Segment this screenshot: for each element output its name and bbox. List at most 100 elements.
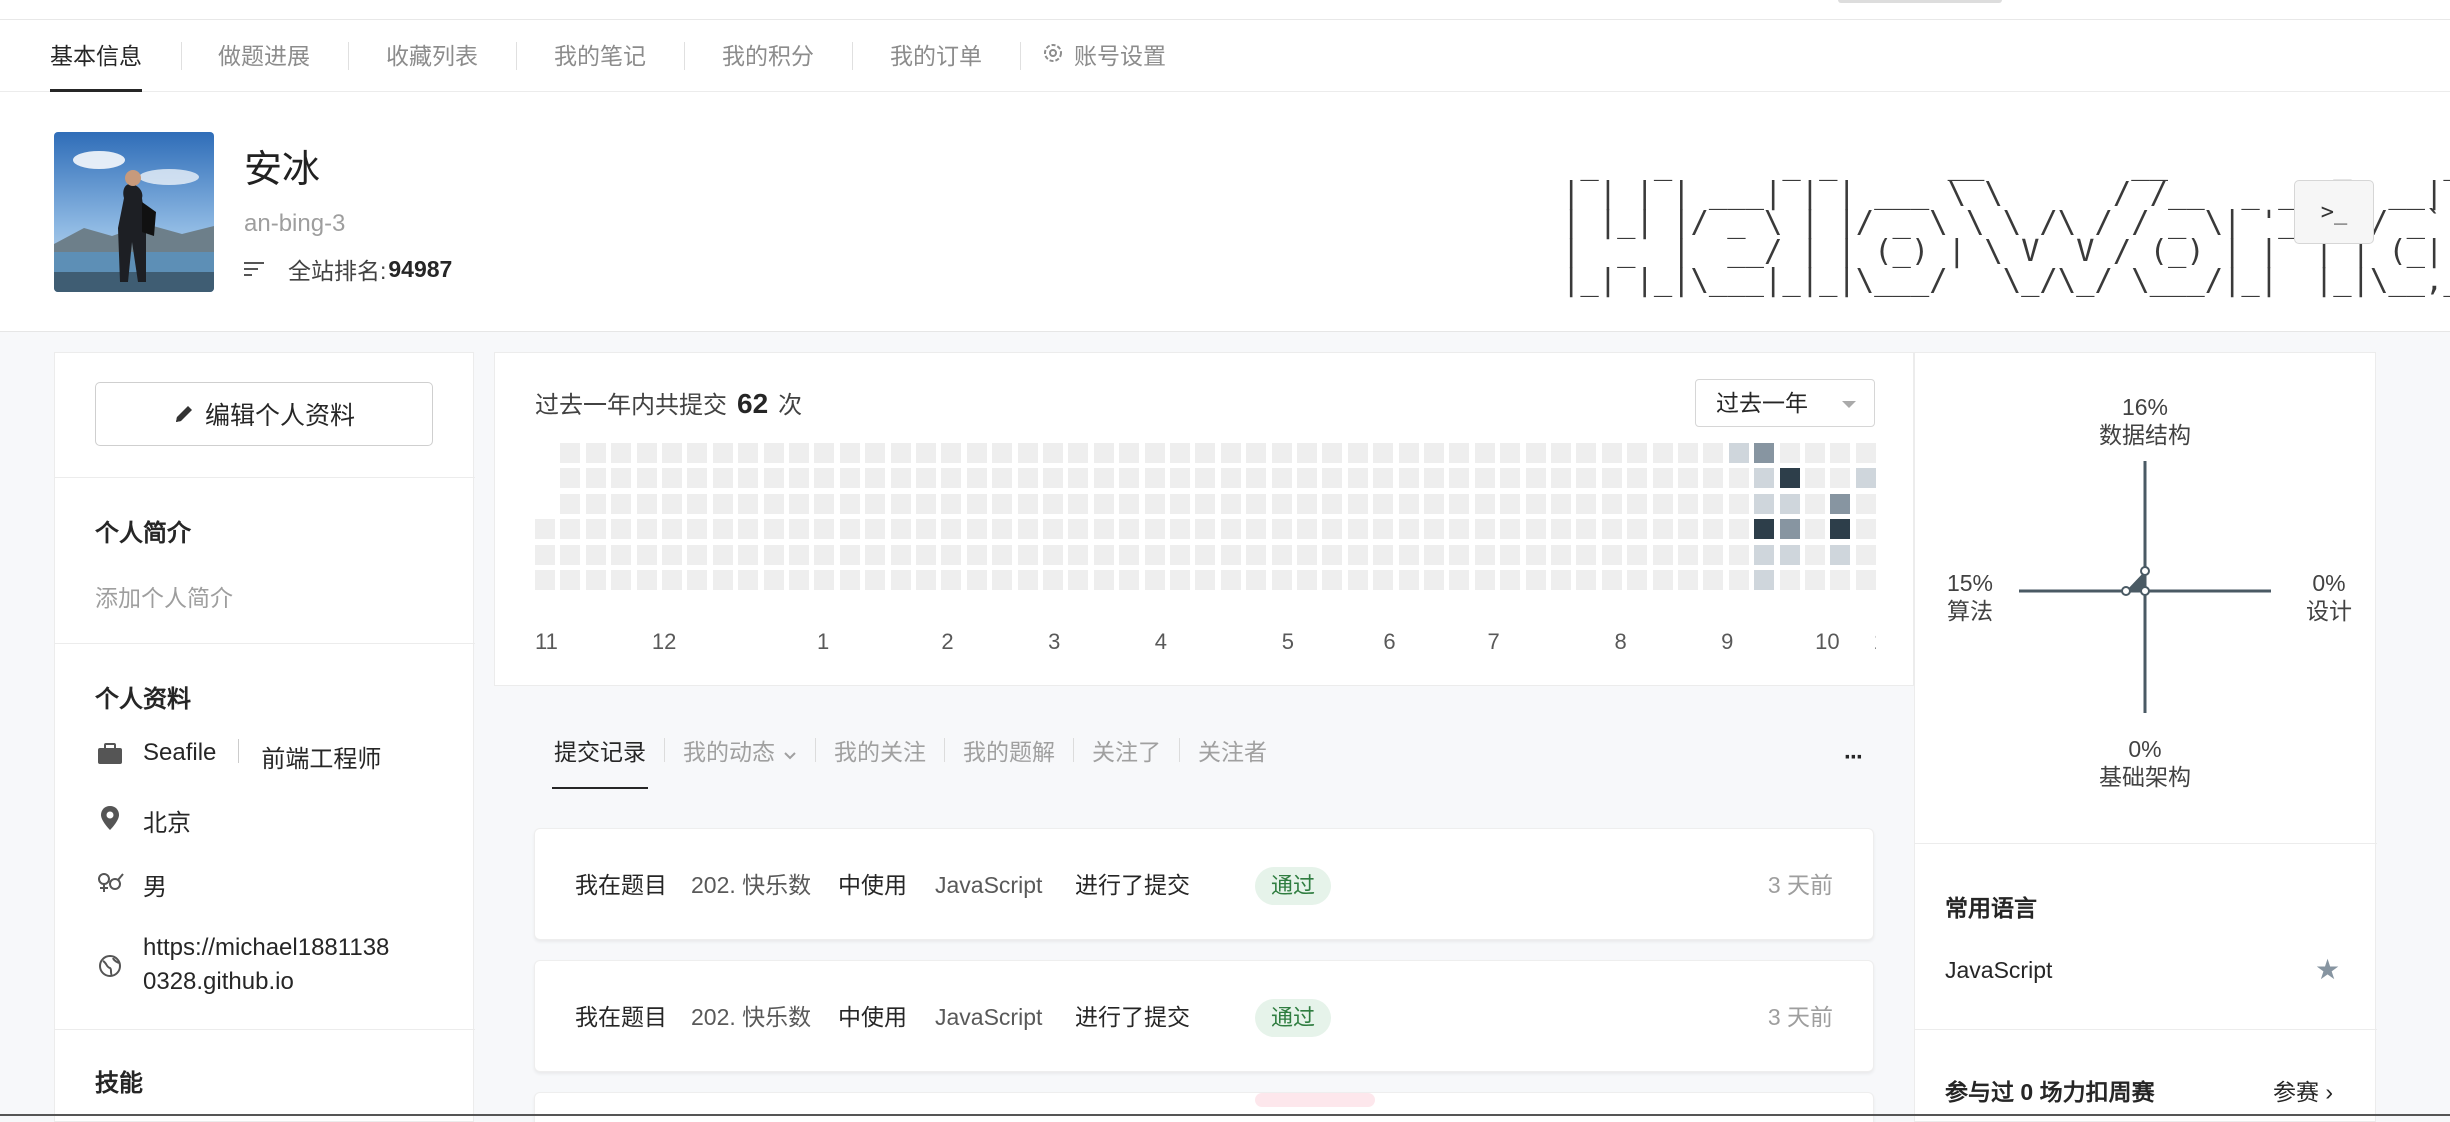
heatmap-cell[interactable] xyxy=(1220,493,1241,514)
heatmap-cell[interactable] xyxy=(814,443,835,463)
heatmap-cell[interactable] xyxy=(1678,443,1698,463)
heatmap-cell[interactable] xyxy=(1322,493,1343,514)
heatmap-cell[interactable] xyxy=(662,493,682,514)
heatmap-cell[interactable] xyxy=(1195,443,1216,463)
heatmap-cell[interactable] xyxy=(1093,519,1114,540)
heatmap-cell[interactable] xyxy=(1703,570,1724,590)
heatmap-cell[interactable] xyxy=(611,493,632,514)
heatmap-cell[interactable] xyxy=(890,544,911,565)
heatmap-cell[interactable] xyxy=(1373,544,1394,565)
heatmap-cell[interactable] xyxy=(1500,493,1521,514)
heatmap-cell[interactable] xyxy=(738,468,759,489)
heatmap-cell[interactable] xyxy=(1627,544,1648,565)
heatmap-cell[interactable] xyxy=(865,519,886,540)
heatmap-cell[interactable] xyxy=(1728,570,1749,590)
heatmap-cell[interactable] xyxy=(1754,570,1775,590)
heatmap-cell[interactable] xyxy=(1220,468,1241,489)
submission-item[interactable]: 我在题目 202. 快乐数 中使用 JavaScript 进行了提交 通过 3 … xyxy=(534,828,1874,940)
heatmap-cell[interactable] xyxy=(1373,570,1394,590)
heatmap-cell[interactable] xyxy=(535,519,555,540)
heatmap-cell[interactable] xyxy=(1246,544,1267,565)
heatmap-cell[interactable] xyxy=(738,570,759,590)
heatmap-cell[interactable] xyxy=(1754,468,1775,489)
heatmap-cell[interactable] xyxy=(1068,570,1089,590)
heatmap-cell[interactable] xyxy=(712,544,733,565)
heatmap-cell[interactable] xyxy=(1271,443,1292,463)
heatmap-cell[interactable] xyxy=(1627,493,1648,514)
heatmap-cell[interactable] xyxy=(1271,493,1292,514)
heatmap-cell[interactable] xyxy=(1576,519,1597,540)
heatmap-cell[interactable] xyxy=(1297,493,1317,514)
heatmap-cell[interactable] xyxy=(1728,493,1749,514)
heatmap-cell[interactable] xyxy=(1144,544,1165,565)
heatmap-cell[interactable] xyxy=(738,493,759,514)
heatmap-cell[interactable] xyxy=(1754,544,1775,565)
heatmap-cell[interactable] xyxy=(1068,544,1089,565)
heatmap-cell[interactable] xyxy=(1144,493,1165,514)
heatmap-cell[interactable] xyxy=(839,519,860,540)
heatmap-cell[interactable] xyxy=(1525,519,1546,540)
heatmap-cell[interactable] xyxy=(992,570,1013,590)
heatmap-cell[interactable] xyxy=(1373,468,1394,489)
heatmap-cell[interactable] xyxy=(1678,570,1698,590)
heatmap-cell[interactable] xyxy=(1424,493,1444,514)
heatmap-cell[interactable] xyxy=(585,468,606,489)
heatmap-cell[interactable] xyxy=(1855,468,1876,489)
heatmap-cell[interactable] xyxy=(1525,570,1546,590)
heatmap-cell[interactable] xyxy=(1398,570,1419,590)
heatmap-cell[interactable] xyxy=(1805,443,1825,463)
heatmap-cell[interactable] xyxy=(1601,443,1622,463)
heatmap-cell[interactable] xyxy=(1830,544,1851,565)
heatmap-cell[interactable] xyxy=(1779,544,1800,565)
heatmap-cell[interactable] xyxy=(1246,468,1267,489)
heatmap-cell[interactable] xyxy=(1220,544,1241,565)
edit-profile-button[interactable]: 编辑个人资料 xyxy=(95,382,433,446)
heatmap-cell[interactable] xyxy=(1500,468,1521,489)
heatmap-cell[interactable] xyxy=(662,570,682,590)
tab-my-activity[interactable]: 我的动态 xyxy=(683,733,797,767)
heatmap-cell[interactable] xyxy=(992,443,1013,463)
heatmap-cell[interactable] xyxy=(966,519,987,540)
heatmap-cell[interactable] xyxy=(966,468,987,489)
heatmap-cell[interactable] xyxy=(662,443,682,463)
heatmap-cell[interactable] xyxy=(865,443,886,463)
heatmap-cell[interactable] xyxy=(1728,443,1749,463)
heatmap-cell[interactable] xyxy=(1805,468,1825,489)
heatmap-cell[interactable] xyxy=(1551,493,1571,514)
heatmap-cell[interactable] xyxy=(789,493,809,514)
heatmap-cell[interactable] xyxy=(1347,443,1368,463)
heatmap-cell[interactable] xyxy=(611,468,632,489)
heatmap-cell[interactable] xyxy=(662,519,682,540)
heatmap-cell[interactable] xyxy=(611,519,632,540)
heatmap-cell[interactable] xyxy=(1779,493,1800,514)
heatmap-cell[interactable] xyxy=(1246,443,1267,463)
heatmap-cell[interactable] xyxy=(890,443,911,463)
heatmap-cell[interactable] xyxy=(1449,570,1470,590)
heatmap-cell[interactable] xyxy=(560,519,581,540)
heatmap-cell[interactable] xyxy=(1195,468,1216,489)
tab-notes[interactable]: 我的笔记 xyxy=(554,20,646,92)
heatmap-cell[interactable] xyxy=(916,519,936,540)
heatmap-cell[interactable] xyxy=(1779,468,1800,489)
heatmap-cell[interactable] xyxy=(1144,519,1165,540)
heatmap-cell[interactable] xyxy=(1119,493,1140,514)
heatmap-cell[interactable] xyxy=(1754,443,1775,463)
heatmap-cell[interactable] xyxy=(1703,493,1724,514)
heatmap-cell[interactable] xyxy=(1093,468,1114,489)
heatmap-cell[interactable] xyxy=(1576,570,1597,590)
heatmap-cell[interactable] xyxy=(814,519,835,540)
heatmap-cell[interactable] xyxy=(916,544,936,565)
heatmap-cell[interactable] xyxy=(1043,570,1063,590)
heatmap-cell[interactable] xyxy=(1297,570,1317,590)
heatmap-cell[interactable] xyxy=(636,493,657,514)
heatmap-cell[interactable] xyxy=(1551,519,1571,540)
heatmap-cell[interactable] xyxy=(585,570,606,590)
heatmap-cell[interactable] xyxy=(1093,570,1114,590)
heatmap-cell[interactable] xyxy=(1703,443,1724,463)
heatmap-cell[interactable] xyxy=(1779,443,1800,463)
heatmap-cell[interactable] xyxy=(1347,544,1368,565)
heatmap-cell[interactable] xyxy=(636,443,657,463)
heatmap-cell[interactable] xyxy=(636,544,657,565)
add-intro-link[interactable]: 添加个人简介 xyxy=(95,579,233,613)
heatmap-cell[interactable] xyxy=(585,519,606,540)
